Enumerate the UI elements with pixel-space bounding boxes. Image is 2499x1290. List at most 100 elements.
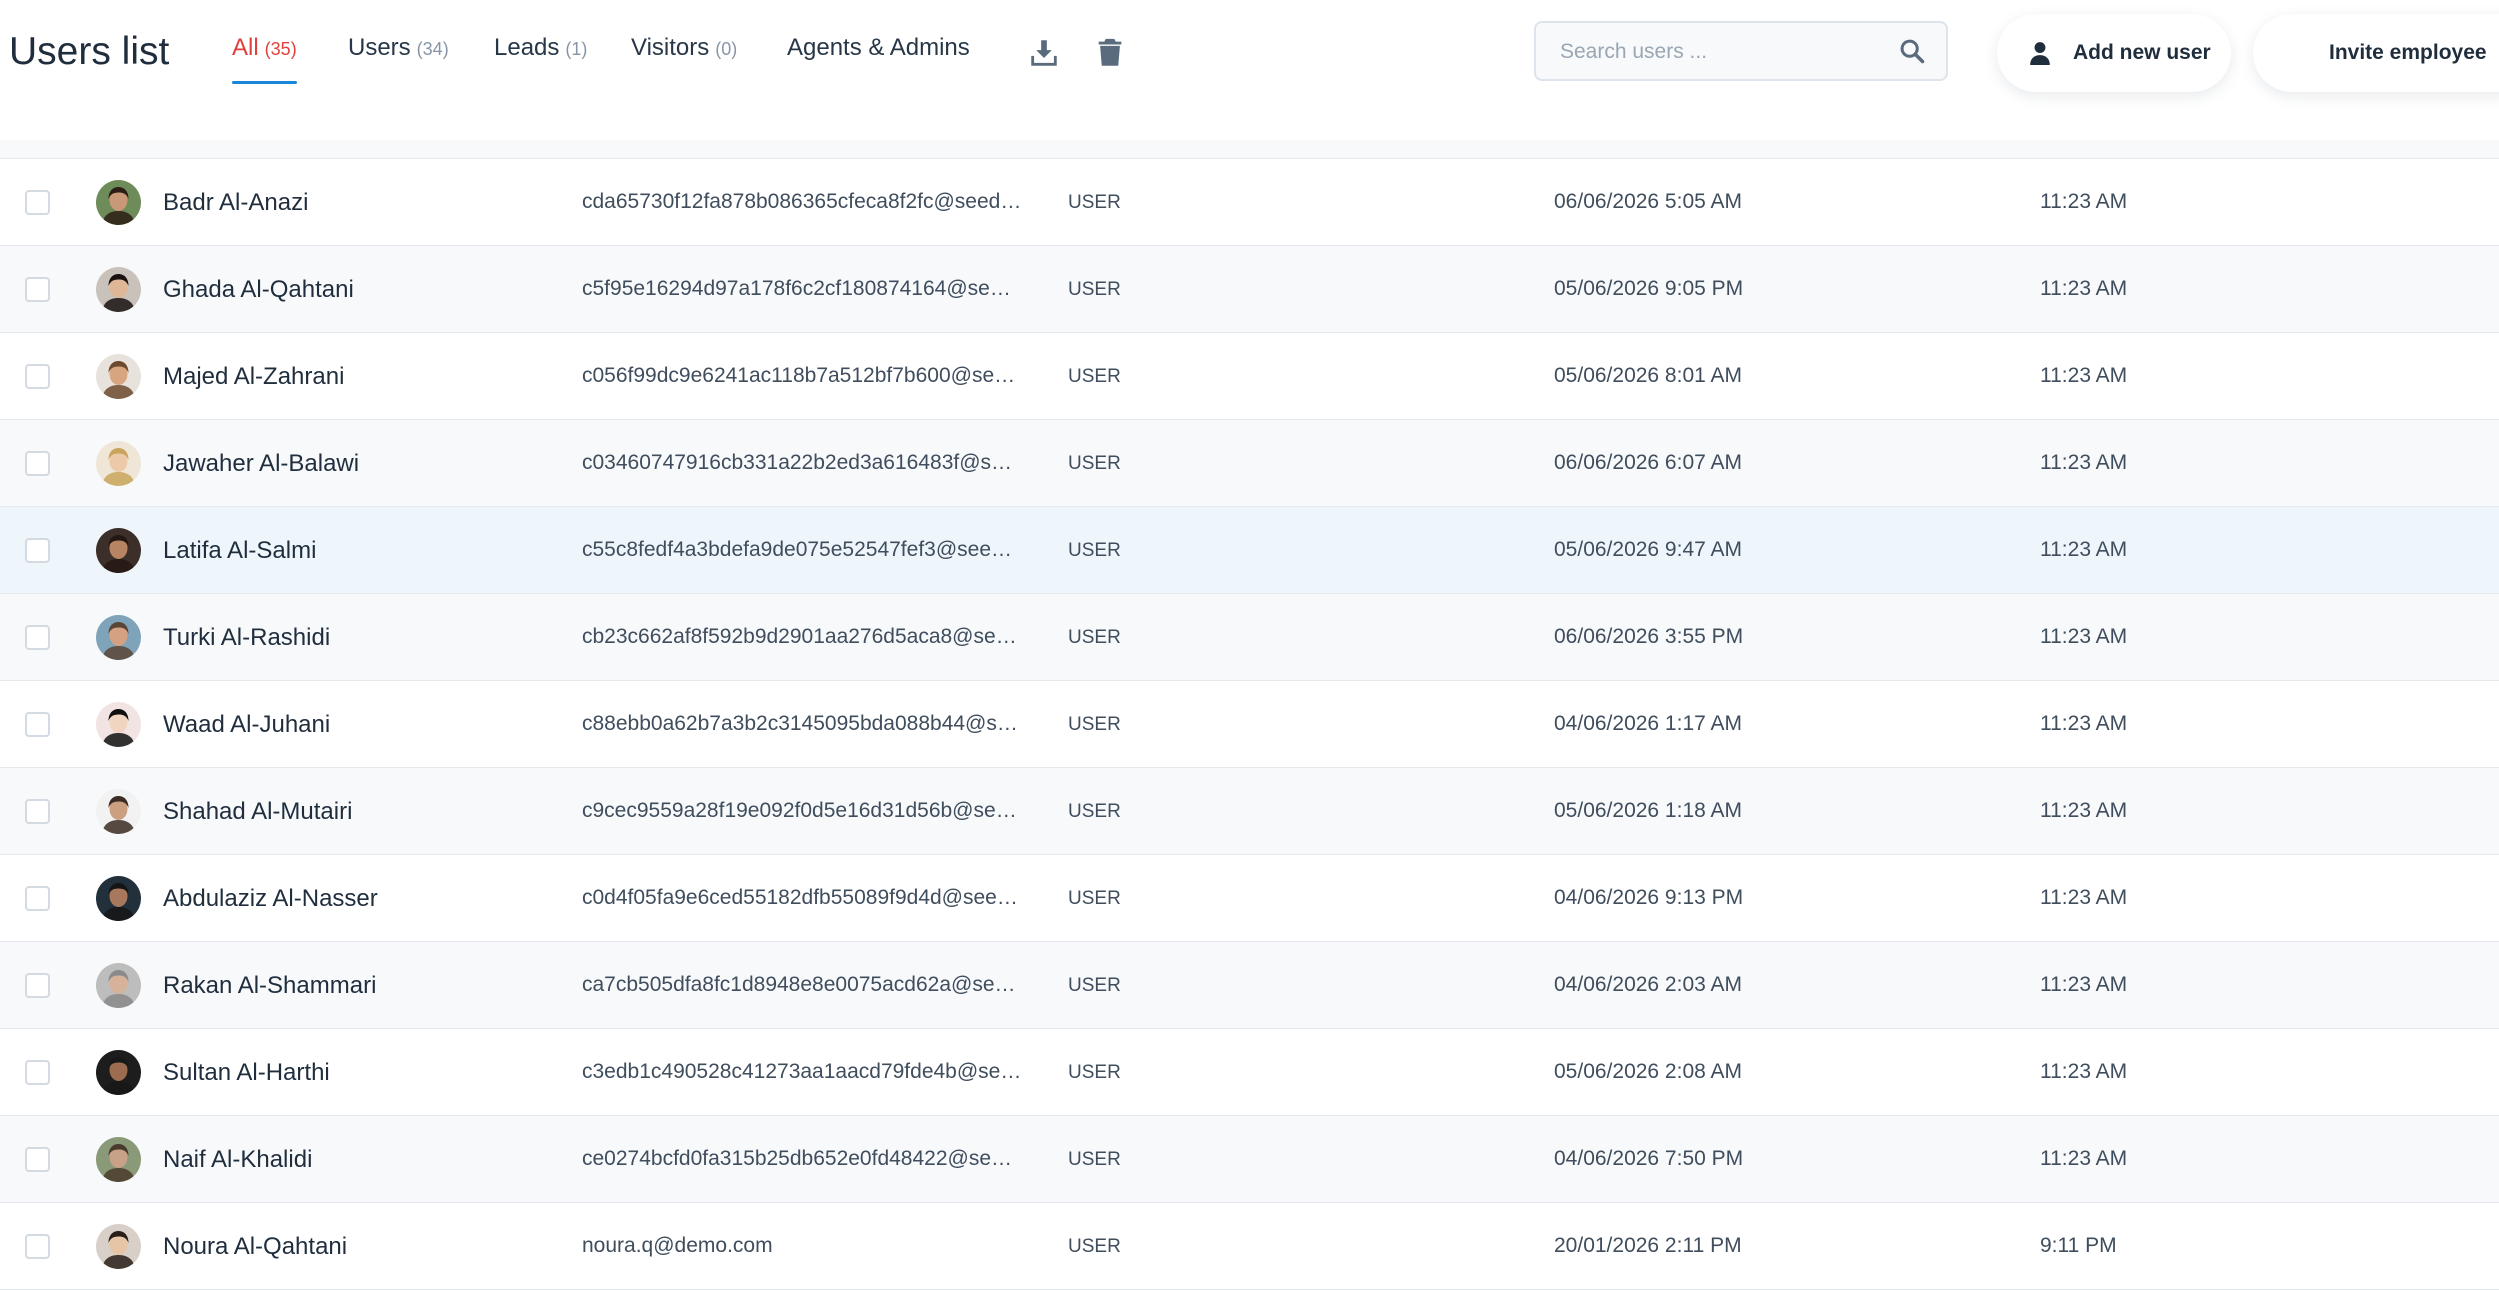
- tab-label: Leads: [494, 34, 560, 61]
- user-name[interactable]: Latifa Al-Salmi: [163, 537, 316, 565]
- registration-time: 11:23 AM: [2040, 799, 2128, 822]
- add-new-user-button[interactable]: Add new user: [1997, 14, 2231, 92]
- registration-time: 11:23 AM: [2040, 712, 2128, 735]
- user-email: ce0274bcfd0fa315b25db652e0fd48422@seed.d…: [582, 1147, 1022, 1170]
- avatar: [96, 702, 141, 747]
- user-name[interactable]: Sultan Al-Harthi: [163, 1059, 330, 1087]
- download-icon[interactable]: [1027, 36, 1061, 70]
- tab-count: (0): [715, 39, 738, 59]
- table-row[interactable]: Abdulaziz Al-Nasser c0d4f05fa9e6ced55182d…: [0, 855, 2499, 942]
- last-activity-date: 04/06/2026 2:03 AM: [1554, 973, 1742, 996]
- row-checkbox[interactable]: [25, 190, 50, 215]
- avatar: [96, 615, 141, 660]
- tab-label: Users: [348, 34, 411, 61]
- table-row[interactable]: Badr Al-Anazi cda65730f12fa878b086365cfec…: [0, 159, 2499, 246]
- user-type: USER: [1068, 888, 1121, 909]
- table-row-partial: [0, 140, 2499, 159]
- registration-time: 9:11 PM: [2040, 1234, 2117, 1257]
- user-email: noura.q@demo.com: [582, 1234, 773, 1257]
- row-checkbox[interactable]: [25, 712, 50, 737]
- registration-time: 11:23 AM: [2040, 451, 2128, 474]
- user-name[interactable]: Badr Al-Anazi: [163, 189, 308, 217]
- last-activity-date: 06/06/2026 5:05 AM: [1554, 190, 1742, 213]
- user-name[interactable]: Waad Al-Juhani: [163, 711, 330, 739]
- user-email: c55c8fedf4a3bdefa9de075e52547fef3@seed.d…: [582, 538, 1022, 561]
- user-type: USER: [1068, 192, 1121, 213]
- tab-agents-admins[interactable]: Agents & Admins: [787, 34, 970, 62]
- tab-users[interactable]: Users (34): [348, 34, 449, 62]
- row-checkbox[interactable]: [25, 625, 50, 650]
- user-email: c03460747916cb331a22b2ed3a616483f@seed.d…: [582, 451, 1022, 474]
- user-type: USER: [1068, 1236, 1121, 1257]
- row-checkbox[interactable]: [25, 1060, 50, 1085]
- user-type: USER: [1068, 279, 1121, 300]
- user-name[interactable]: Jawaher Al-Balawi: [163, 450, 359, 478]
- user-name[interactable]: Abdulaziz Al-Nasser: [163, 885, 378, 913]
- user-name[interactable]: Shahad Al-Mutairi: [163, 798, 352, 826]
- row-checkbox[interactable]: [25, 451, 50, 476]
- user-email: c5f95e16294d97a178f6c2cf180874164@seed.d…: [582, 277, 1022, 300]
- last-activity-date: 04/06/2026 9:13 PM: [1554, 886, 1744, 909]
- table-row[interactable]: Waad Al-Juhani c88ebb0a62b7a3b2c3145095bd…: [0, 681, 2499, 768]
- user-name[interactable]: Ghada Al-Qahtani: [163, 276, 354, 304]
- user-name[interactable]: Rakan Al-Shammari: [163, 972, 376, 1000]
- tab-count: (34): [416, 39, 449, 59]
- row-checkbox[interactable]: [25, 364, 50, 389]
- user-email: cb23c662af8f592b9d2901aa276d5aca8@seed.d…: [582, 625, 1022, 648]
- user-email: cda65730f12fa878b086365cfeca8f2fc@seed.d…: [582, 190, 1022, 213]
- table-row[interactable]: Latifa Al-Salmi c55c8fedf4a3bdefa9de075e5…: [0, 507, 2499, 594]
- table-row[interactable]: Ghada Al-Qahtani c5f95e16294d97a178f6c2cf…: [0, 246, 2499, 333]
- registration-time: 11:23 AM: [2040, 190, 2128, 213]
- user-type: USER: [1068, 714, 1121, 735]
- table-row[interactable]: Majed Al-Zahrani c056f99dc9e6241ac118b7a5…: [0, 333, 2499, 420]
- user-type: USER: [1068, 975, 1121, 996]
- user-name[interactable]: Majed Al-Zahrani: [163, 363, 344, 391]
- trash-icon[interactable]: [1093, 36, 1127, 70]
- user-type: USER: [1068, 1149, 1121, 1170]
- user-name[interactable]: Noura Al-Qahtani: [163, 1233, 347, 1261]
- table-row[interactable]: Sultan Al-Harthi c3edb1c490528c41273aa1aa…: [0, 1029, 2499, 1116]
- invite-employee-button[interactable]: Invite employee: [2253, 14, 2499, 92]
- table-row[interactable]: Naif Al-Khalidi ce0274bcfd0fa315b25db652e…: [0, 1116, 2499, 1203]
- last-activity-date: 06/06/2026 3:55 PM: [1554, 625, 1744, 648]
- tab-visitors[interactable]: Visitors (0): [631, 34, 737, 62]
- row-checkbox[interactable]: [25, 973, 50, 998]
- table-row[interactable]: Turki Al-Rashidi cb23c662af8f592b9d2901aa…: [0, 594, 2499, 681]
- avatar: [96, 180, 141, 225]
- avatar: [96, 354, 141, 399]
- user-type: USER: [1068, 627, 1121, 648]
- user-type: USER: [1068, 366, 1121, 387]
- row-checkbox[interactable]: [25, 1147, 50, 1172]
- table-row[interactable]: Jawaher Al-Balawi c03460747916cb331a22b2e…: [0, 420, 2499, 507]
- header: Users list All (35) Users (34) Leads (1) Vi…: [0, 0, 2499, 140]
- invite-employee-label: Invite employee: [2329, 41, 2487, 64]
- user-name[interactable]: Turki Al-Rashidi: [163, 624, 330, 652]
- avatar: [96, 1224, 141, 1269]
- add-new-user-label: Add new user: [2073, 41, 2211, 64]
- last-activity-date: 05/06/2026 9:47 AM: [1554, 538, 1742, 561]
- row-checkbox[interactable]: [25, 886, 50, 911]
- user-email: c3edb1c490528c41273aa1aacd79fde4b@seed.d…: [582, 1060, 1022, 1083]
- tab-leads[interactable]: Leads (1): [494, 34, 587, 62]
- row-checkbox[interactable]: [25, 277, 50, 302]
- table-row[interactable]: Shahad Al-Mutairi c9cec9559a28f19e092f0d5…: [0, 768, 2499, 855]
- user-name[interactable]: Naif Al-Khalidi: [163, 1146, 312, 1174]
- user-type: USER: [1068, 540, 1121, 561]
- registration-time: 11:23 AM: [2040, 364, 2128, 387]
- table-row[interactable]: Noura Al-Qahtani noura.q@demo.com USER 20/0…: [0, 1203, 2499, 1290]
- user-email: c88ebb0a62b7a3b2c3145095bda088b44@seed.d…: [582, 712, 1022, 735]
- last-activity-date: 20/01/2026 2:11 PM: [1554, 1234, 1742, 1257]
- avatar: [96, 441, 141, 486]
- table-row[interactable]: Rakan Al-Shammari ca7cb505dfa8fc1d8948e8e…: [0, 942, 2499, 1029]
- user-email: c056f99dc9e6241ac118b7a512bf7b600@seed.d…: [582, 364, 1022, 387]
- row-checkbox[interactable]: [25, 538, 50, 563]
- search-icon[interactable]: [1898, 37, 1926, 65]
- registration-time: 11:23 AM: [2040, 1060, 2128, 1083]
- tab-label: Visitors: [631, 34, 710, 61]
- avatar: [96, 267, 141, 312]
- row-checkbox[interactable]: [25, 1234, 50, 1259]
- search-input[interactable]: [1536, 23, 1902, 81]
- search-box: [1534, 21, 1948, 81]
- tab-all[interactable]: All (35): [232, 34, 297, 84]
- row-checkbox[interactable]: [25, 799, 50, 824]
